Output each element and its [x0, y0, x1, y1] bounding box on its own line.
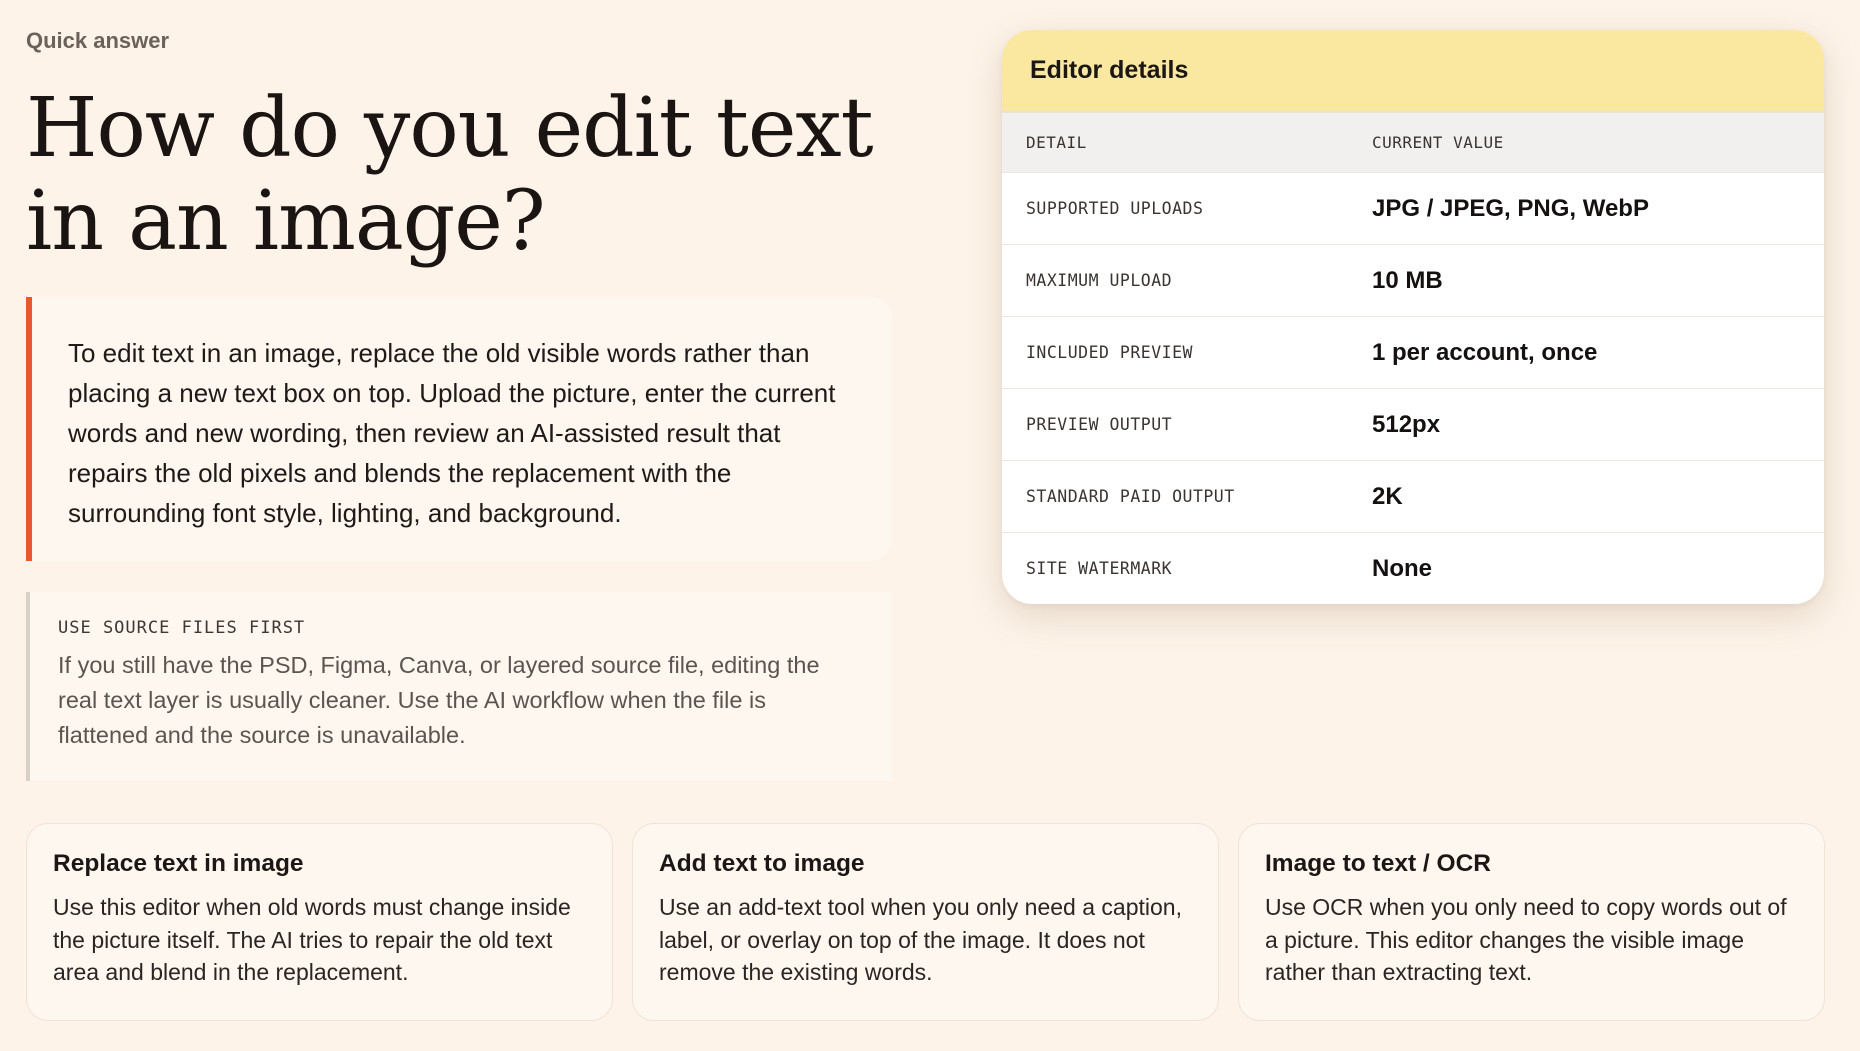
quick-answer-box: To edit text in an image, replace the ol…	[26, 297, 892, 561]
card-title: Image to text / OCR	[1265, 850, 1491, 877]
row-value: 10 MB	[1372, 244, 1824, 317]
card-ocr: Image to text / OCR Use OCR when you onl…	[1238, 823, 1825, 1021]
table-row: MAXIMUM UPLOAD 10 MB	[1002, 244, 1824, 317]
table-row: SITE WATERMARK None	[1002, 532, 1824, 604]
editor-details-table: DETAIL CURRENT VALUE SUPPORTED UPLOADS J…	[1002, 113, 1824, 604]
row-key: PREVIEW OUTPUT	[1002, 388, 1372, 461]
card-text: Use an add-text tool when you only need …	[659, 894, 1182, 985]
note-text: If you still have the PSD, Figma, Canva,…	[58, 652, 820, 748]
row-key: SITE WATERMARK	[1002, 532, 1372, 604]
row-value: 2K	[1372, 460, 1824, 533]
eyebrow-label: Quick answer	[26, 28, 170, 53]
card-text: Use OCR when you only need to copy words…	[1265, 894, 1787, 985]
card-title: Replace text in image	[53, 850, 304, 877]
table-row: PREVIEW OUTPUT 512px	[1002, 388, 1824, 461]
tool-comparison-cards: Replace text in image Use this editor wh…	[26, 823, 1825, 1021]
row-value: None	[1372, 532, 1824, 604]
table-row: INCLUDED PREVIEW 1 per account, once	[1002, 316, 1824, 389]
table-row: STANDARD PAID OUTPUT 2K	[1002, 460, 1824, 533]
card-add-text: Add text to image Use an add-text tool w…	[632, 823, 1219, 1021]
answer-text: To edit text in an image, replace the ol…	[68, 338, 836, 528]
row-value: 512px	[1372, 388, 1824, 461]
row-key: STANDARD PAID OUTPUT	[1002, 460, 1372, 533]
column-header-current-value: CURRENT VALUE	[1372, 113, 1824, 173]
card-replace-text: Replace text in image Use this editor wh…	[26, 823, 613, 1021]
column-header-detail: DETAIL	[1002, 113, 1372, 173]
row-key: MAXIMUM UPLOAD	[1002, 244, 1372, 317]
page-title: How do you edit text in an image?	[26, 81, 874, 269]
editor-details-card: Editor details DETAIL CURRENT VALUE SUPP…	[1002, 30, 1824, 604]
card-title: Add text to image	[659, 850, 865, 877]
note-title: USE SOURCE FILES FIRST	[58, 618, 306, 638]
row-value: JPG / JPEG, PNG, WebP	[1372, 172, 1824, 245]
card-text: Use this editor when old words must chan…	[53, 894, 571, 985]
table-header-row: DETAIL CURRENT VALUE	[1002, 113, 1824, 173]
row-value: 1 per account, once	[1372, 316, 1824, 389]
table-row: SUPPORTED UPLOADS JPG / JPEG, PNG, WebP	[1002, 172, 1824, 245]
source-files-note: USE SOURCE FILES FIRST If you still have…	[26, 592, 892, 781]
row-key: SUPPORTED UPLOADS	[1002, 172, 1372, 245]
editor-details-title: Editor details	[1002, 30, 1824, 113]
row-key: INCLUDED PREVIEW	[1002, 316, 1372, 389]
